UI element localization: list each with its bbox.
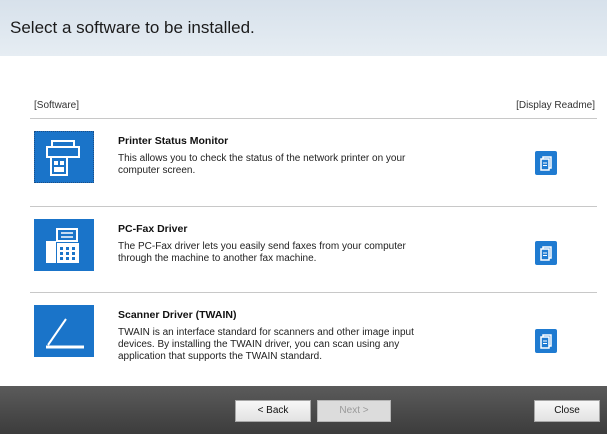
software-list-panel: [Software] [Display Readme] Printer Stat… <box>0 56 607 386</box>
software-column-label: [Software] <box>34 100 80 111</box>
readme-button[interactable] <box>535 151 557 175</box>
software-item-printer-status-monitor[interactable]: Printer Status Monitor This allows you t… <box>30 119 597 205</box>
fax-machine-icon[interactable] <box>34 219 94 271</box>
readme-column-label: [Display Readme] <box>516 100 595 111</box>
item-title: PC-Fax Driver <box>118 223 188 235</box>
item-title: Scanner Driver (TWAIN) <box>118 309 237 321</box>
footer-bar: < Back Next > Close <box>0 386 607 434</box>
document-icon <box>540 156 552 171</box>
software-item-scanner-driver-twain[interactable]: Scanner Driver (TWAIN) TWAIN is an inter… <box>30 293 597 379</box>
printer-status-icon[interactable] <box>34 131 94 183</box>
readme-button[interactable] <box>535 329 557 353</box>
item-description: TWAIN is an interface standard for scann… <box>118 327 414 362</box>
readme-button[interactable] <box>535 241 557 265</box>
close-button[interactable]: Close <box>534 400 600 422</box>
back-button[interactable]: < Back <box>235 400 311 422</box>
item-title: Printer Status Monitor <box>118 135 229 147</box>
header-bar: Select a software to be installed. <box>0 0 607 56</box>
installer-window: Select a software to be installed. [Soft… <box>0 0 607 434</box>
next-button[interactable]: Next > <box>317 400 391 422</box>
page-title: Select a software to be installed. <box>10 18 255 37</box>
software-item-pc-fax-driver[interactable]: PC-Fax Driver The PC-Fax driver lets you… <box>30 207 597 293</box>
document-icon <box>540 246 552 261</box>
scanner-icon[interactable] <box>34 305 94 357</box>
item-description: This allows you to check the status of t… <box>118 153 406 176</box>
item-description: The PC-Fax driver lets you easily send f… <box>118 241 406 264</box>
document-icon <box>540 334 552 349</box>
